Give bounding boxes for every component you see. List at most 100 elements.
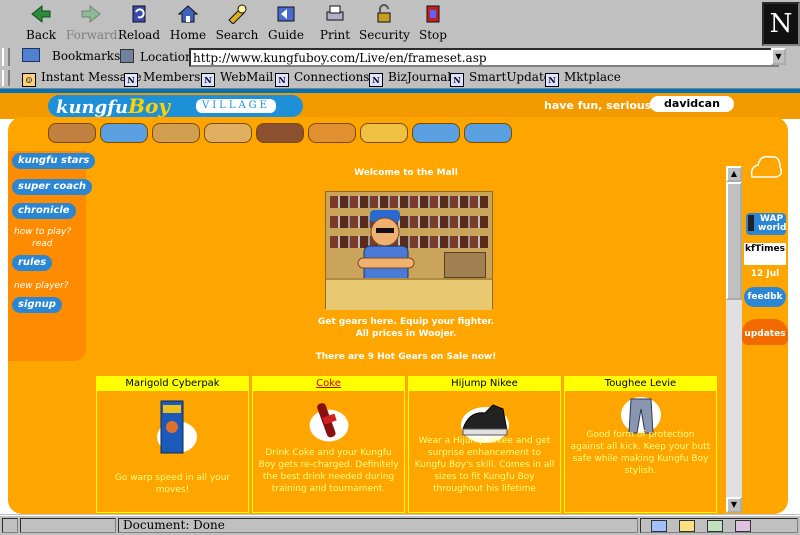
character-thumb[interactable] — [152, 123, 200, 143]
netscape-page-icon: N — [124, 73, 138, 87]
search-label: Search — [215, 28, 259, 42]
wap-world-button[interactable]: WAP world — [746, 213, 786, 235]
nav-rules[interactable]: rules — [12, 255, 53, 271]
stop-label: Stop — [419, 28, 447, 42]
padlock-icon — [377, 4, 391, 23]
back-label: Back — [26, 28, 56, 42]
personal-item-label: Connections — [294, 70, 370, 84]
personal-item-label: WebMail — [220, 70, 274, 84]
guide-label: Guide — [268, 28, 304, 42]
product-name: Marigold Cyberpak — [97, 377, 248, 391]
toolbar-grip[interactable] — [2, 48, 10, 66]
scroll-thumb[interactable] — [726, 182, 742, 300]
character-thumb[interactable] — [360, 123, 408, 143]
scroll-up-button[interactable]: ▲ — [726, 166, 742, 182]
site-slogan: have fun, seriously — [544, 99, 663, 112]
chevron-up-icon: ▲ — [730, 169, 738, 178]
chevron-down-icon: ▼ — [730, 500, 738, 509]
product-card: Toughee Levie Good form of protection ag… — [564, 376, 717, 513]
site-header: kungfuBoy VILLAGE have fun, seriously da… — [0, 89, 800, 119]
status-bar: Document: Done — [0, 515, 800, 535]
product-image-coke[interactable] — [303, 399, 355, 445]
personal-item-label: SmartUpdate — [469, 70, 551, 84]
site-logo[interactable]: kungfuBoy VILLAGE — [48, 95, 303, 118]
nav-note-read: read — [32, 239, 53, 249]
netscape-page-icon: N — [450, 73, 464, 87]
product-card: Marigold Cyberpak Go warp speed in all y… — [96, 376, 249, 513]
page-content: kungfuBoy VILLAGE have fun, seriously da… — [0, 89, 800, 514]
stop-button[interactable]: Stop — [408, 2, 458, 44]
logo-word-village: VILLAGE — [196, 99, 276, 113]
back-arrow-icon — [31, 4, 51, 24]
forward-arrow-icon — [81, 4, 101, 24]
sale-announcement: There are 9 Hot Gears on Sale now! — [315, 352, 497, 362]
cloud-icon — [750, 155, 783, 178]
page-proxy-icon[interactable] — [120, 49, 134, 63]
guide-button[interactable]: Guide — [261, 2, 311, 44]
home-button[interactable]: Home — [163, 2, 213, 44]
product-card: Coke Drink Coke and your Kungfu Boy gets… — [252, 376, 405, 513]
scroll-down-button[interactable]: ▼ — [726, 497, 742, 513]
stop-icon — [426, 5, 440, 23]
personal-item-webmail[interactable]: N WebMail — [201, 70, 273, 87]
forward-button[interactable]: Forward — [66, 2, 118, 44]
shopkeeper-figure — [357, 210, 415, 282]
toolbar-grip[interactable] — [2, 70, 10, 86]
netscape-page-icon: N — [545, 73, 559, 87]
personal-item-mktplace[interactable]: N Mktplace — [545, 70, 621, 87]
nav-super-coach[interactable]: super coach — [12, 179, 93, 195]
nav-kungfu-stars[interactable]: kungfu stars — [12, 153, 96, 169]
personal-item-connections[interactable]: N Connections — [275, 70, 369, 87]
mail-icon[interactable] — [679, 520, 695, 532]
header-stripe — [0, 89, 800, 93]
character-thumb[interactable] — [464, 123, 512, 143]
bookmarks-button[interactable]: Bookmarks — [22, 48, 120, 63]
print-label: Print — [319, 28, 351, 42]
product-image-cyberpak[interactable] — [147, 397, 199, 457]
personal-item-members[interactable]: N Members — [124, 70, 200, 87]
character-thumb[interactable] — [204, 123, 252, 143]
character-thumb[interactable] — [48, 123, 96, 143]
home-label: Home — [169, 28, 207, 42]
world-label: world — [758, 223, 787, 233]
bookmarks-label: Bookmarks — [52, 49, 121, 63]
navigator-icon[interactable] — [651, 520, 667, 532]
product-name: Toughee Levie — [565, 377, 716, 391]
bookmark-icon — [22, 48, 40, 62]
character-thumb[interactable] — [308, 123, 356, 143]
nav-chronicle[interactable]: chronicle — [12, 203, 76, 219]
updates-button[interactable]: updates — [742, 319, 788, 345]
personal-item-bizjournal[interactable]: N BizJournal — [369, 70, 451, 87]
progress-bar — [20, 518, 116, 533]
feedback-button[interactable]: feedbk — [744, 287, 786, 307]
printer-icon — [326, 5, 344, 21]
product-name-link[interactable]: Coke — [253, 377, 404, 391]
chevron-down-icon: ▼ — [775, 52, 782, 61]
mall-shopkeeper-image — [325, 191, 493, 310]
back-button[interactable]: Back — [16, 2, 66, 44]
logo-word-kungfu: kungfu — [56, 97, 129, 118]
kftimes-button[interactable]: kfTimes — [744, 243, 786, 265]
reload-label: Reload — [117, 28, 161, 42]
forward-label: Forward — [66, 28, 118, 42]
character-thumb[interactable] — [100, 123, 148, 143]
personal-item-smartupdate[interactable]: N SmartUpdate — [450, 70, 551, 87]
nav-note-new-player: new player? — [14, 281, 69, 291]
location-input[interactable] — [189, 48, 779, 67]
reload-button[interactable]: Reload — [114, 2, 164, 44]
character-thumb[interactable] — [256, 123, 304, 143]
security-status-icon[interactable] — [2, 518, 18, 533]
mall-welcome-heading: Welcome to the Mall — [354, 168, 458, 178]
location-dropdown-button[interactable]: ▼ — [771, 48, 786, 65]
netscape-page-icon: N — [275, 73, 289, 87]
character-thumb[interactable] — [412, 123, 460, 143]
print-button[interactable]: Print — [310, 2, 360, 44]
vertical-scrollbar[interactable]: ▲ ▼ — [726, 166, 742, 513]
search-button[interactable]: Search — [212, 2, 262, 44]
netscape-logo[interactable]: N — [762, 2, 800, 46]
security-button[interactable]: Security — [359, 2, 410, 44]
nav-signup[interactable]: signup — [12, 297, 62, 313]
discussion-icon[interactable] — [707, 520, 723, 532]
composer-icon[interactable] — [735, 520, 751, 532]
sponsor-logo[interactable]: davidcan — [650, 96, 734, 112]
